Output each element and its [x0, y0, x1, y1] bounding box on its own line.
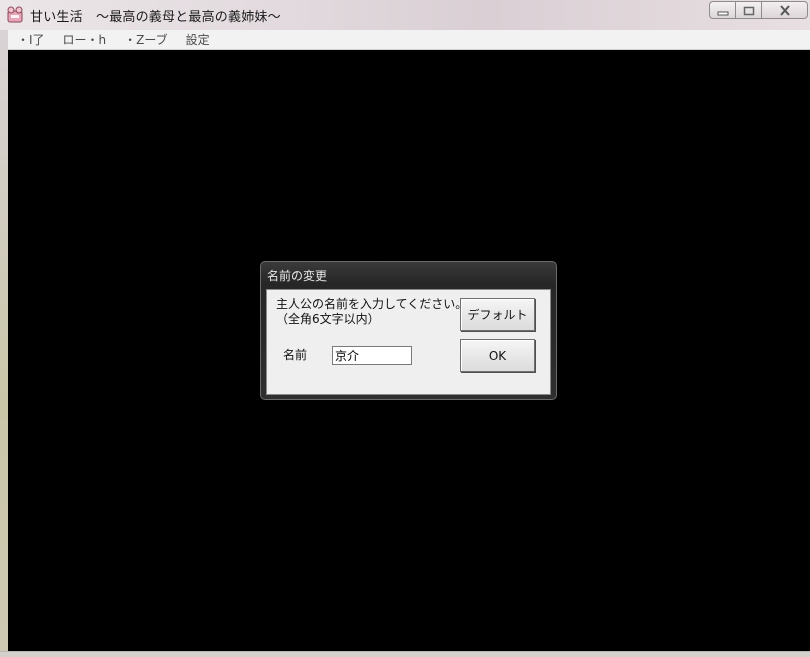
title-bar[interactable]: 甘い生活 ～最高の義母と最高の義姉妹～ [0, 0, 810, 30]
menu-item-settings[interactable]: 設定 [177, 31, 219, 48]
ok-button[interactable]: OK [460, 339, 535, 372]
prompt-line-1: 主人公の名前を入力してください。 [276, 297, 468, 311]
dialog-body: 主人公の名前を入力してください。 （全角6文字以内） 名前 デフォルト OK [266, 289, 551, 395]
window-left-frame [0, 30, 8, 657]
maximize-button[interactable] [736, 1, 762, 19]
game-window: 甘い生活 ～最高の義母と最高の義姉妹～ ・I了 ロー・h ・Zーブ 設定 名前の… [0, 0, 810, 657]
dialog-prompt: 主人公の名前を入力してください。 （全角6文字以内） [276, 297, 467, 327]
dialog-title: 名前の変更 [267, 269, 328, 283]
menu-item-3[interactable]: ・Zーブ [115, 31, 177, 48]
close-button[interactable] [762, 1, 808, 19]
window-bottom-frame [0, 651, 810, 657]
minimize-button[interactable] [709, 1, 736, 19]
minimize-icon [717, 1, 729, 20]
game-app-icon[interactable] [7, 6, 23, 23]
close-icon [779, 1, 791, 20]
name-label: 名前 [283, 348, 308, 362]
prompt-line-2: （全角6文字以内） [276, 312, 380, 326]
maximize-icon [743, 1, 755, 20]
menu-bar: ・I了 ロー・h ・Zーブ 設定 [8, 30, 810, 50]
menu-item-2[interactable]: ロー・h [54, 31, 116, 48]
name-input[interactable] [332, 346, 412, 365]
window-title: 甘い生活 ～最高の義母と最高の義姉妹～ [30, 10, 281, 25]
default-button[interactable]: デフォルト [460, 298, 535, 331]
caption-buttons [709, 1, 808, 21]
menu-item-1[interactable]: ・I了 [8, 31, 54, 48]
rename-dialog: 名前の変更 主人公の名前を入力してください。 （全角6文字以内） 名前 デフォル… [260, 261, 557, 400]
